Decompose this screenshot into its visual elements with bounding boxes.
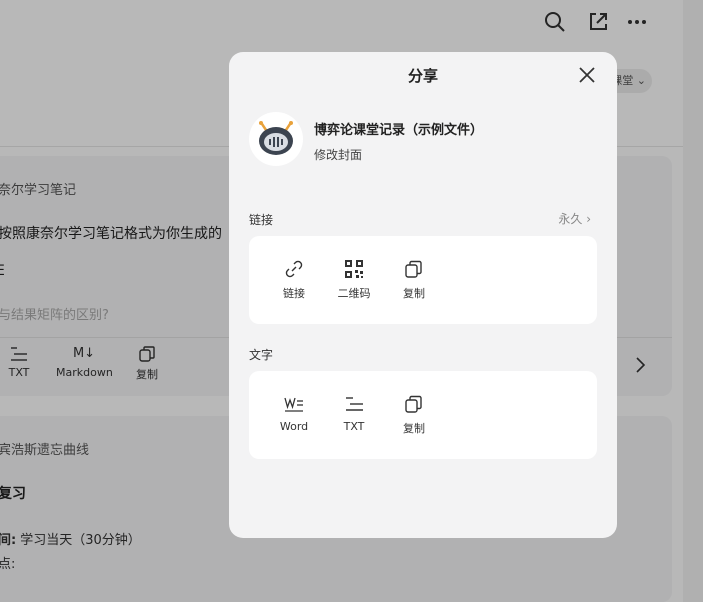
export-txt-button[interactable]: TXT bbox=[324, 393, 384, 433]
option-label: 复制 bbox=[403, 422, 425, 435]
copy-link-button[interactable]: 复制 bbox=[384, 258, 444, 301]
link-options-panel: 链接 二维码 复制 bbox=[249, 236, 597, 324]
link-permission-selector[interactable]: 永久 › bbox=[558, 210, 591, 227]
word-icon bbox=[284, 397, 303, 412]
text-section-label: 文字 bbox=[249, 348, 274, 362]
option-label: 二维码 bbox=[337, 287, 371, 300]
text-options-panel: Word TXT 复制 bbox=[249, 371, 597, 459]
option-label: TXT bbox=[343, 420, 365, 433]
copy-text-button[interactable]: 复制 bbox=[384, 393, 444, 436]
link-section-label: 链接 bbox=[249, 213, 274, 227]
txt-icon bbox=[346, 397, 363, 411]
link-icon bbox=[285, 260, 303, 278]
edit-cover-link[interactable]: 修改封面 bbox=[314, 146, 362, 163]
share-link-button[interactable]: 链接 bbox=[264, 258, 324, 301]
export-word-button[interactable]: Word bbox=[264, 393, 324, 433]
option-label: 复制 bbox=[403, 287, 425, 300]
copy-icon bbox=[405, 260, 422, 278]
cover-image[interactable] bbox=[249, 112, 303, 166]
option-label: 链接 bbox=[283, 287, 305, 300]
qrcode-icon bbox=[345, 260, 363, 278]
share-dialog: 分享 博弈论课堂记录（示例文件） 修改封面 链接 永久 › 链接 二维码 复制 … bbox=[229, 52, 617, 538]
robot-icon bbox=[259, 121, 293, 155]
chevron-right-icon: › bbox=[586, 212, 591, 226]
document-title: 博弈论课堂记录（示例文件） bbox=[314, 123, 484, 138]
permission-label: 永久 bbox=[558, 212, 583, 226]
option-label: Word bbox=[279, 420, 309, 433]
qrcode-button[interactable]: 二维码 bbox=[324, 258, 384, 301]
dialog-title: 分享 bbox=[407, 67, 438, 85]
copy-icon bbox=[405, 395, 422, 413]
close-icon[interactable] bbox=[577, 65, 597, 85]
